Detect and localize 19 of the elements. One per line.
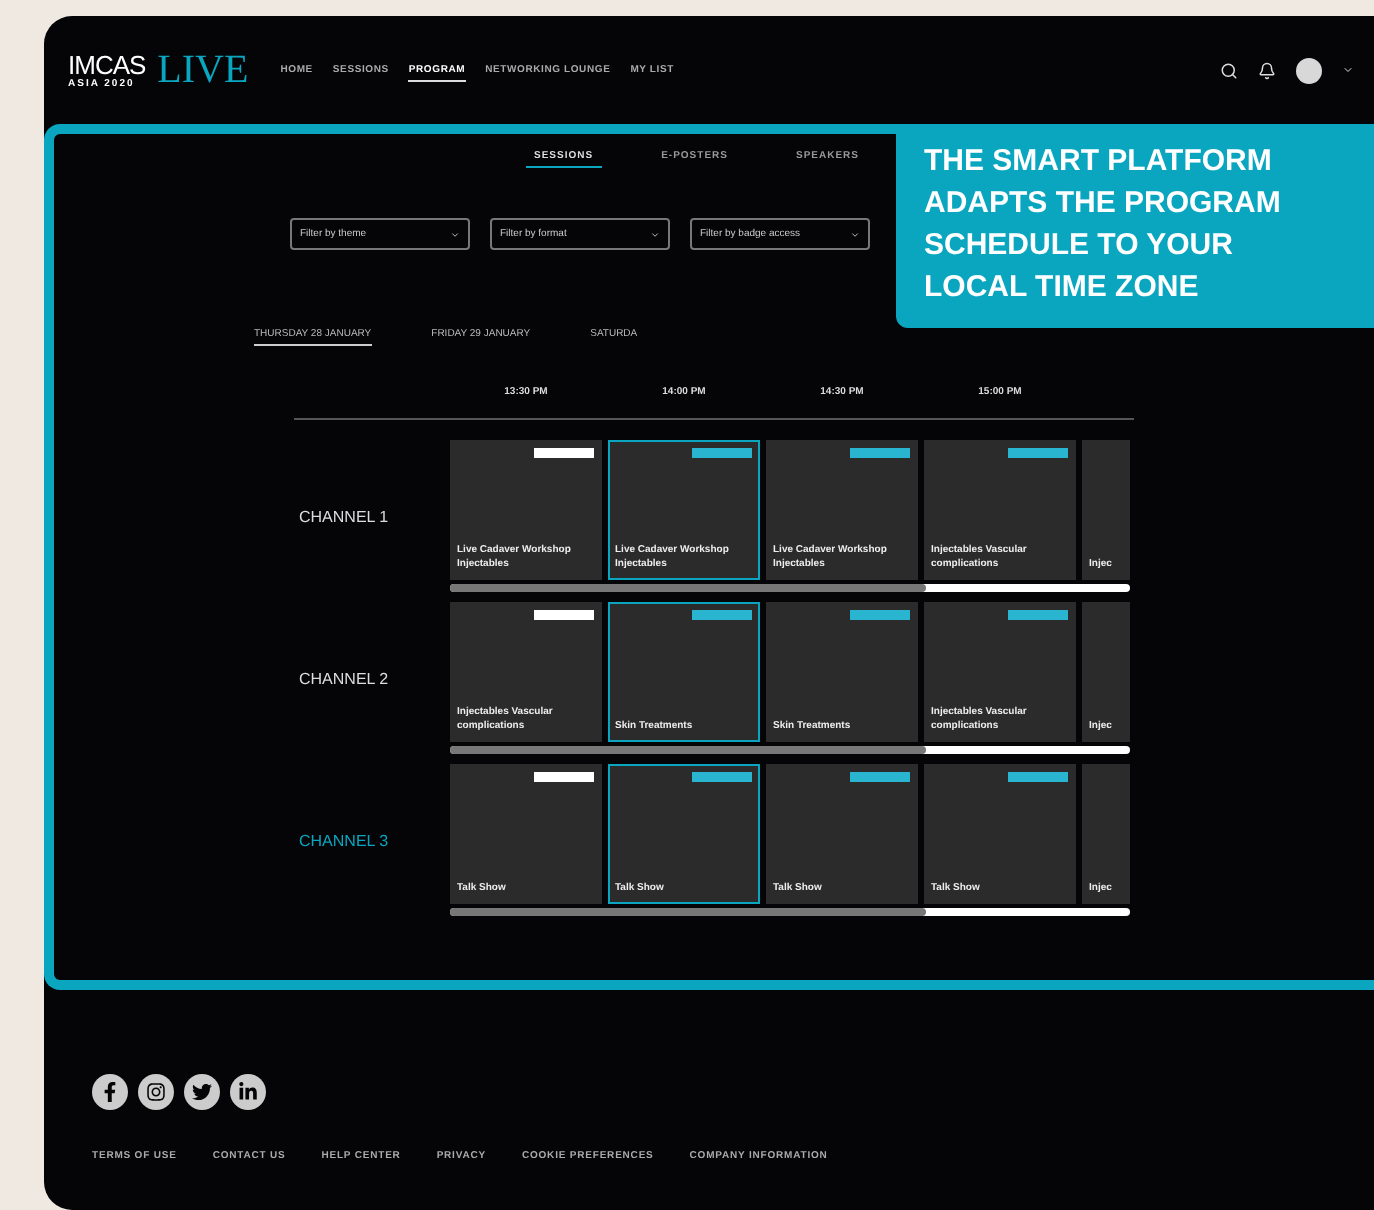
logo-mark: LIVE xyxy=(157,47,249,93)
logo-name: IMCAS xyxy=(68,51,146,77)
caret-icon xyxy=(850,229,860,239)
instagram-icon[interactable] xyxy=(138,1074,174,1110)
scrollbar[interactable] xyxy=(449,746,1129,754)
caret-icon xyxy=(450,229,460,239)
scrollbar[interactable] xyxy=(449,908,1129,916)
scrollbar[interactable] xyxy=(449,584,1129,592)
linkedin-icon[interactable] xyxy=(230,1074,266,1110)
caret-icon xyxy=(650,229,660,239)
search-icon[interactable] xyxy=(1220,61,1238,79)
caret-icon[interactable] xyxy=(1342,64,1354,76)
channel-label[interactable]: CHANNEL 3 xyxy=(299,831,443,849)
channel-label[interactable]: CHANNEL 1 xyxy=(299,507,443,525)
bell-icon[interactable] xyxy=(1258,61,1276,79)
channel-label[interactable]: CHANNEL 2 xyxy=(299,669,443,687)
twitter-icon[interactable] xyxy=(184,1074,220,1110)
avatar-circle[interactable] xyxy=(1296,57,1322,83)
facebook-icon[interactable] xyxy=(92,1074,128,1110)
